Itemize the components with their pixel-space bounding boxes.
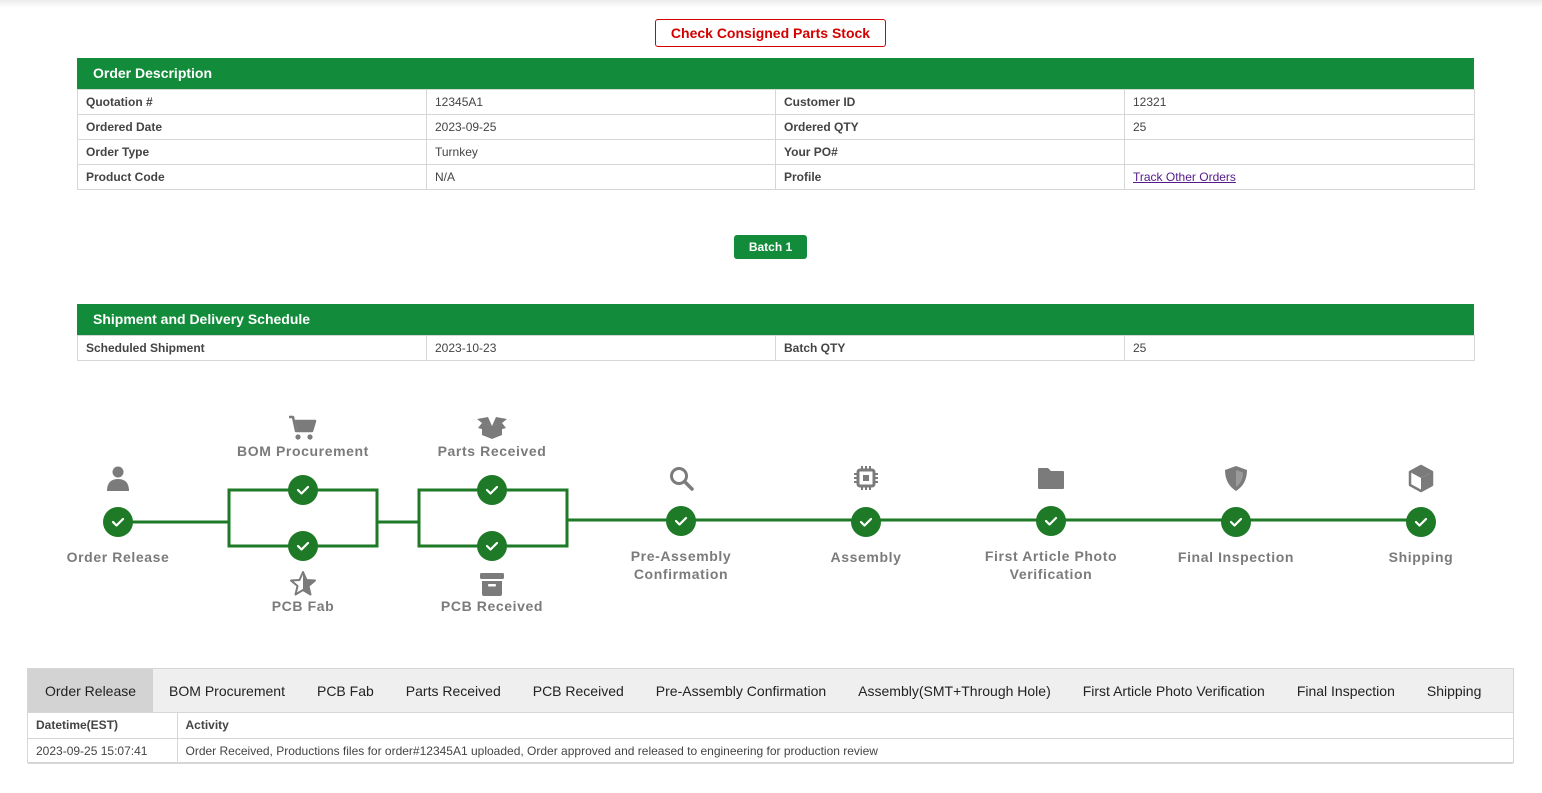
shipment-schedule-table: Scheduled Shipment 2023-10-23 Batch QTY … xyxy=(77,335,1475,361)
tab-pcb-fab[interactable]: PCB Fab xyxy=(301,669,390,712)
tab-first-article-photo-verification[interactable]: First Article Photo Verification xyxy=(1067,669,1281,712)
parts-received-check-icon xyxy=(477,475,507,505)
step-label-final-inspection: Final Inspection xyxy=(1177,549,1295,565)
table-row: Order Type Turnkey Your PO# xyxy=(77,139,1475,165)
track-other-orders-link[interactable]: Track Other Orders xyxy=(1133,170,1236,184)
assembly-check-icon xyxy=(851,507,881,537)
tab-final-inspection[interactable]: Final Inspection xyxy=(1281,669,1411,712)
profile-label: Profile xyxy=(775,164,1125,190)
batch-qty-value: 25 xyxy=(1124,335,1475,361)
step-label-line: Pre-Assembly xyxy=(630,548,732,564)
step-label-shipping: Shipping xyxy=(1388,549,1454,565)
activity-table: Datetime(EST) Activity 2023-09-25 15:07:… xyxy=(28,713,1513,764)
order-description-panel: Order Description Quotation # 12345A1 Cu… xyxy=(77,58,1475,190)
activity-description: Order Received, Productions files for or… xyxy=(177,738,1513,764)
star-icon xyxy=(290,571,316,596)
archive-icon xyxy=(480,573,504,596)
quotation-label: Quotation # xyxy=(77,89,427,115)
bom-procurement-check-icon xyxy=(288,475,318,505)
table-row: Quotation # 12345A1 Customer ID 12321 xyxy=(77,89,1475,115)
scheduled-shipment-value: 2023-10-23 xyxy=(426,335,776,361)
step-label-order-release: Order Release xyxy=(66,549,170,565)
batch-1-button[interactable]: Batch 1 xyxy=(734,235,807,259)
step-label-first-article: First Article Photo Verification xyxy=(985,547,1117,583)
order-progress-timeline: Order Release BOM Procurement PCB Fab Pa… xyxy=(0,400,1542,630)
tab-pcb-received[interactable]: PCB Received xyxy=(517,669,640,712)
activity-column-header: Activity xyxy=(177,713,1513,739)
order-type-value: Turnkey xyxy=(426,139,776,165)
step-label-pre-assembly: Pre-Assembly Confirmation xyxy=(631,547,732,583)
pcb-received-check-icon xyxy=(477,531,507,561)
datetime-column-header: Datetime(EST) xyxy=(28,713,178,739)
tab-bom-procurement[interactable]: BOM Procurement xyxy=(153,669,301,712)
ordered-qty-label: Ordered QTY xyxy=(775,114,1125,140)
order-type-label: Order Type xyxy=(77,139,427,165)
shipment-schedule-panel: Shipment and Delivery Schedule Scheduled… xyxy=(77,304,1475,361)
first-article-check-icon xyxy=(1036,506,1066,536)
search-icon xyxy=(670,467,694,491)
shipment-schedule-title: Shipment and Delivery Schedule xyxy=(77,304,1474,335)
customer-id-label: Customer ID xyxy=(775,89,1125,115)
tab-pre-assembly-confirmation[interactable]: Pre-Assembly Confirmation xyxy=(640,669,842,712)
step-label-bom-procurement: BOM Procurement xyxy=(237,443,369,459)
shopping-cart-icon xyxy=(289,415,317,440)
folder-icon xyxy=(1038,468,1064,489)
tab-parts-received[interactable]: Parts Received xyxy=(390,669,517,712)
profile-value: Track Other Orders xyxy=(1124,164,1475,190)
order-release-check-icon xyxy=(103,507,133,537)
quotation-value: 12345A1 xyxy=(426,89,776,115)
batch-qty-label: Batch QTY xyxy=(775,335,1125,361)
tab-assembly[interactable]: Assembly(SMT+Through Hole) xyxy=(842,669,1067,712)
top-shadow xyxy=(0,0,1542,8)
open-box-icon xyxy=(477,417,507,439)
shield-icon xyxy=(1225,466,1247,491)
activity-datetime: 2023-09-25 15:07:41 xyxy=(28,738,178,764)
step-label-line: Confirmation xyxy=(633,566,729,582)
activity-tabs-panel: Order Release BOM Procurement PCB Fab Pa… xyxy=(27,668,1514,764)
customer-id-value: 12321 xyxy=(1124,89,1475,115)
shipping-check-icon xyxy=(1406,507,1436,537)
your-po-label: Your PO# xyxy=(775,139,1125,165)
step-label-pcb-received: PCB Received xyxy=(440,598,544,614)
final-inspection-check-icon xyxy=(1221,507,1251,537)
step-label-line: Verification xyxy=(1009,566,1093,582)
step-label-parts-received: Parts Received xyxy=(437,443,547,459)
tab-shipping[interactable]: Shipping xyxy=(1411,669,1498,712)
ordered-date-label: Ordered Date xyxy=(77,114,427,140)
pcb-fab-check-icon xyxy=(288,531,318,561)
table-row: Product Code N/A Profile Track Other Ord… xyxy=(77,164,1475,190)
order-description-table: Quotation # 12345A1 Customer ID 12321 Or… xyxy=(77,89,1475,190)
ordered-date-value: 2023-09-25 xyxy=(426,114,776,140)
step-label-assembly: Assembly xyxy=(830,549,902,565)
tab-order-release[interactable]: Order Release xyxy=(28,669,154,712)
scheduled-shipment-label: Scheduled Shipment xyxy=(77,335,427,361)
product-code-value: N/A xyxy=(426,164,776,190)
table-row: 2023-09-25 15:07:41 Order Received, Prod… xyxy=(28,738,1513,764)
step-label-pcb-fab: PCB Fab xyxy=(271,598,335,614)
table-row: Ordered Date 2023-09-25 Ordered QTY 25 xyxy=(77,114,1475,140)
order-description-title: Order Description xyxy=(77,58,1474,89)
check-consigned-parts-button[interactable]: Check Consigned Parts Stock xyxy=(655,19,886,47)
cube-icon xyxy=(1408,464,1434,493)
ordered-qty-value: 25 xyxy=(1124,114,1475,140)
product-code-label: Product Code xyxy=(77,164,427,190)
user-icon xyxy=(107,466,129,491)
table-row: Scheduled Shipment 2023-10-23 Batch QTY … xyxy=(77,335,1475,361)
timeline-graphic xyxy=(103,415,1436,596)
step-label-line: First Article Photo xyxy=(984,548,1118,564)
your-po-value xyxy=(1124,139,1475,165)
chip-icon xyxy=(854,466,878,490)
pre-assembly-check-icon xyxy=(666,506,696,536)
table-header-row: Datetime(EST) Activity xyxy=(28,713,1513,739)
tab-bar: Order Release BOM Procurement PCB Fab Pa… xyxy=(28,669,1513,713)
